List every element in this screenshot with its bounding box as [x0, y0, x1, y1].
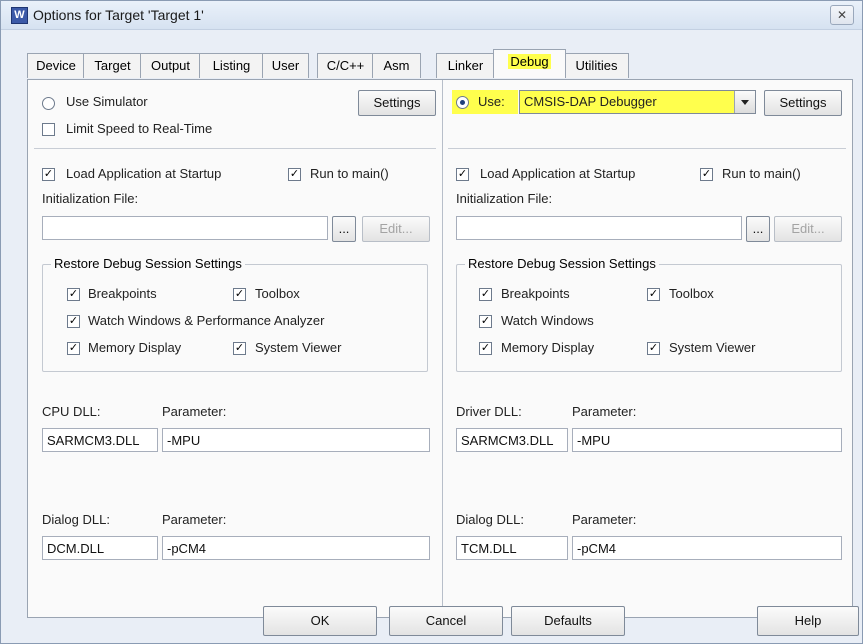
separator [34, 148, 436, 149]
init-file-label-left: Initialization File: [42, 191, 139, 206]
driver-dll-input[interactable]: SARMCM3.DLL [456, 428, 568, 452]
dialog-dll-label-left: Dialog DLL: [42, 512, 110, 527]
dialog-dll-label-right: Dialog DLL: [456, 512, 524, 527]
edit-button-left[interactable]: Edit... [362, 216, 430, 242]
restore-group-right: Restore Debug Session Settings ✓ Breakpo… [456, 256, 842, 372]
load-app-label-left: Load Application at Startup [66, 166, 222, 181]
toolbox-label-left: Toolbox [255, 286, 300, 301]
load-app-label-right: Load Application at Startup [480, 166, 636, 181]
dialog-dll-input-left[interactable]: DCM.DLL [42, 536, 158, 560]
run-to-main-label-right: Run to main() [722, 166, 801, 181]
column-divider [442, 80, 443, 617]
limit-speed-label: Limit Speed to Real-Time [66, 121, 213, 136]
tab-user[interactable]: User [262, 53, 309, 78]
debugger-settings-button[interactable]: Settings [764, 90, 842, 116]
dialog-dll-input-right[interactable]: TCM.DLL [456, 536, 568, 560]
memory-checkbox-right[interactable]: ✓ [479, 342, 492, 355]
restore-group-left: Restore Debug Session Settings ✓ Breakpo… [42, 256, 428, 372]
tab-listing[interactable]: Listing [199, 53, 264, 78]
cancel-button[interactable]: Cancel [389, 606, 503, 636]
watch-checkbox-right[interactable]: ✓ [479, 315, 492, 328]
load-app-checkbox-right[interactable]: ✓ [456, 168, 469, 181]
edit-button-right[interactable]: Edit... [774, 216, 842, 242]
watch-label-left: Watch Windows & Performance Analyzer [88, 313, 325, 328]
browse-button-right[interactable]: ... [746, 216, 770, 242]
restore-title-right: Restore Debug Session Settings [465, 256, 659, 271]
chevron-down-icon[interactable] [734, 91, 755, 113]
driver-param-label: Parameter: [572, 404, 637, 419]
memory-label-right: Memory Display [501, 340, 595, 355]
window-title: Options for Target 'Target 1' [33, 7, 204, 23]
toolbox-label-right: Toolbox [669, 286, 714, 301]
simulator-settings-button[interactable]: Settings [358, 90, 436, 116]
system-viewer-checkbox-left[interactable]: ✓ [233, 342, 246, 355]
dialog-param-label-right: Parameter: [572, 512, 637, 527]
use-simulator-label: Use Simulator [66, 94, 148, 109]
driver-param-input[interactable]: -MPU [572, 428, 842, 452]
cpu-dll-input[interactable]: SARMCM3.DLL [42, 428, 158, 452]
cpu-dll-label: CPU DLL: [42, 404, 101, 419]
memory-checkbox-left[interactable]: ✓ [67, 342, 80, 355]
dialog-param-label-left: Parameter: [162, 512, 227, 527]
restore-title-left: Restore Debug Session Settings [51, 256, 245, 271]
debugger-select[interactable]: CMSIS-DAP Debugger [519, 90, 756, 114]
cpu-param-input[interactable]: -MPU [162, 428, 430, 452]
use-debugger-radio[interactable] [456, 96, 469, 109]
debug-panel: Use Simulator Limit Speed to Real-Time S… [27, 79, 853, 618]
debugger-select-value: CMSIS-DAP Debugger [524, 94, 657, 109]
driver-dll-label: Driver DLL: [456, 404, 522, 419]
system-viewer-label-left: System Viewer [255, 340, 342, 355]
tab-linker[interactable]: Linker [436, 53, 495, 78]
limit-speed-checkbox[interactable] [42, 123, 55, 136]
tab-target[interactable]: Target [83, 53, 142, 78]
use-simulator-radio[interactable] [42, 97, 55, 110]
tab-output[interactable]: Output [140, 53, 201, 78]
run-to-main-checkbox-right[interactable]: ✓ [700, 168, 713, 181]
separator [448, 148, 846, 149]
tab-asm[interactable]: Asm [372, 53, 421, 78]
system-viewer-label-right: System Viewer [669, 340, 756, 355]
breakpoints-checkbox-left[interactable]: ✓ [67, 288, 80, 301]
app-icon: W [11, 7, 28, 24]
breakpoints-label-left: Breakpoints [88, 286, 157, 301]
dialog-param-input-left[interactable]: -pCM4 [162, 536, 430, 560]
system-viewer-checkbox-right[interactable]: ✓ [647, 342, 660, 355]
memory-label-left: Memory Display [88, 340, 182, 355]
run-to-main-label-left: Run to main() [310, 166, 389, 181]
init-file-label-right: Initialization File: [456, 191, 553, 206]
watch-checkbox-left[interactable]: ✓ [67, 315, 80, 328]
options-dialog: W Options for Target 'Target 1' ✕ Device… [0, 0, 863, 644]
use-debugger-label: Use: [478, 94, 505, 109]
defaults-button[interactable]: Defaults [511, 606, 625, 636]
button-bar: OK Cancel Defaults Help [1, 606, 862, 643]
tab-c-cpp[interactable]: C/C++ [317, 53, 374, 78]
browse-button-left[interactable]: ... [332, 216, 356, 242]
run-to-main-checkbox-left[interactable]: ✓ [288, 168, 301, 181]
toolbox-checkbox-left[interactable]: ✓ [233, 288, 246, 301]
toolbox-checkbox-right[interactable]: ✓ [647, 288, 660, 301]
cpu-param-label: Parameter: [162, 404, 227, 419]
close-button[interactable]: ✕ [830, 5, 854, 25]
ok-button[interactable]: OK [263, 606, 377, 636]
breakpoints-label-right: Breakpoints [501, 286, 570, 301]
init-file-input-left[interactable] [42, 216, 328, 240]
tab-debug-label: Debug [508, 54, 551, 69]
tab-utilities[interactable]: Utilities [564, 53, 629, 78]
help-button[interactable]: Help [757, 606, 859, 636]
dialog-param-input-right[interactable]: -pCM4 [572, 536, 842, 560]
init-file-input-right[interactable] [456, 216, 742, 240]
tab-device[interactable]: Device [27, 53, 85, 78]
tab-debug[interactable]: Debug [493, 49, 566, 78]
load-app-checkbox-left[interactable]: ✓ [42, 168, 55, 181]
watch-label-right: Watch Windows [501, 313, 594, 328]
title-bar: W Options for Target 'Target 1' ✕ [1, 1, 862, 30]
breakpoints-checkbox-right[interactable]: ✓ [479, 288, 492, 301]
